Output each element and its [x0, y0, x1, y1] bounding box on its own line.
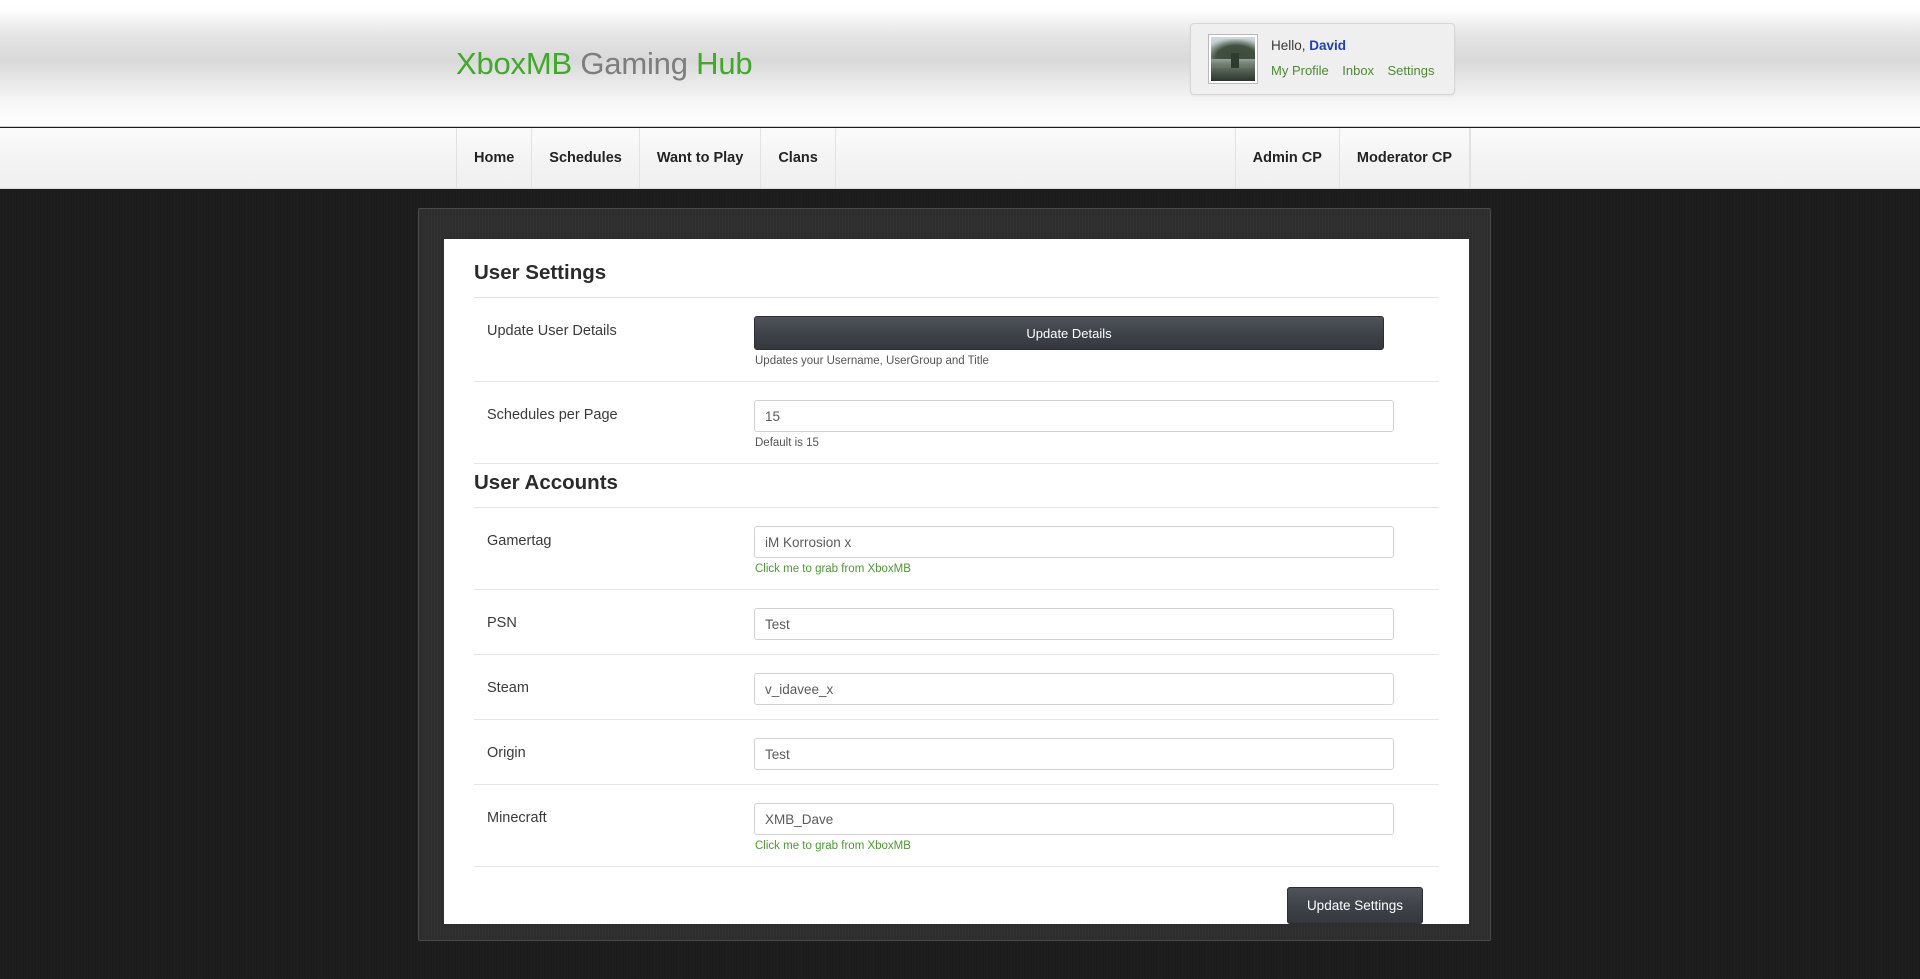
nav-item-home[interactable]: Home: [457, 128, 533, 188]
field-origin: [754, 738, 1439, 770]
row-psn: PSN: [474, 590, 1439, 655]
field-psn: [754, 608, 1439, 640]
logo-part-xboxmb: XboxMB: [456, 46, 572, 81]
greeting-text: Hello,: [1271, 38, 1306, 54]
helper-update-user-details: Updates your Username, UserGroup and Tit…: [755, 355, 989, 367]
update-details-button[interactable]: Update Details: [754, 316, 1384, 350]
site-header: XboxMB Gaming Hub Hello, David My Profil…: [0, 0, 1920, 127]
site-logo[interactable]: XboxMB Gaming Hub: [456, 46, 753, 82]
footer-actions: Update Settings: [474, 867, 1439, 924]
field-update-user-details: Update Details Updates your Username, Us…: [754, 316, 1439, 367]
field-schedules-per-page: Default is 15: [754, 400, 1439, 449]
grab-from-xboxmb-link-gamertag[interactable]: Click me to grab from XboxMB: [754, 563, 1439, 575]
link-settings[interactable]: Settings: [1388, 63, 1435, 78]
user-meta: Hello, David My Profile Inbox Settings: [1271, 36, 1435, 82]
field-minecraft: Click me to grab from XboxMB: [754, 803, 1439, 852]
update-settings-button[interactable]: Update Settings: [1286, 887, 1423, 924]
label-update-user-details: Update User Details: [487, 323, 617, 339]
label-origin: Origin: [487, 745, 526, 761]
psn-input[interactable]: [754, 608, 1394, 640]
settings-card: User Settings Update User Details Update…: [444, 239, 1469, 924]
section-title-user-accounts: User Accounts: [474, 471, 1439, 508]
row-minecraft: Minecraft Click me to grab from XboxMB: [474, 785, 1439, 867]
user-greeting-card: Hello, David My Profile Inbox Settings: [1190, 23, 1455, 95]
nav-item-admin-cp[interactable]: Admin CP: [1234, 128, 1340, 188]
section-title-user-settings: User Settings: [474, 261, 1439, 298]
nav-item-want-to-play[interactable]: Want to Play: [640, 128, 762, 188]
row-gamertag: Gamertag Click me to grab from XboxMB: [474, 508, 1439, 590]
main-navigation: Home Schedules Want to Play Clans Admin …: [0, 128, 1920, 189]
avatar-water-shape: [1211, 68, 1255, 81]
steam-input[interactable]: [754, 673, 1394, 705]
nav-item-moderator-cp[interactable]: Moderator CP: [1340, 128, 1470, 188]
greeting-line: Hello, David: [1271, 36, 1435, 56]
avatar[interactable]: [1208, 34, 1258, 84]
row-steam: Steam: [474, 655, 1439, 720]
origin-input[interactable]: [754, 738, 1394, 770]
row-origin: Origin: [474, 720, 1439, 785]
label-gamertag: Gamertag: [487, 533, 552, 549]
user-links: My Profile Inbox Settings: [1271, 59, 1435, 82]
link-inbox[interactable]: Inbox: [1342, 63, 1374, 78]
content-outer-wrapper: User Settings Update User Details Update…: [418, 208, 1491, 941]
label-minecraft: Minecraft: [487, 810, 547, 826]
field-steam: [754, 673, 1439, 705]
label-schedules-per-page: Schedules per Page: [487, 407, 618, 423]
grab-from-xboxmb-link-minecraft[interactable]: Click me to grab from XboxMB: [754, 840, 1439, 852]
row-schedules-per-page: Schedules per Page Default is 15: [474, 382, 1439, 464]
row-update-user-details: Update User Details Update Details Updat…: [474, 298, 1439, 382]
minecraft-input[interactable]: [754, 803, 1394, 835]
username-text: David: [1309, 38, 1347, 54]
nav-inner: Home Schedules Want to Play Clans Admin …: [456, 128, 1471, 188]
logo-part-gaming: Gaming: [580, 46, 688, 81]
nav-item-schedules[interactable]: Schedules: [532, 128, 640, 188]
label-steam: Steam: [487, 680, 529, 696]
link-my-profile[interactable]: My Profile: [1271, 63, 1329, 78]
logo-part-hub: Hub: [696, 46, 753, 81]
gamertag-input[interactable]: [754, 526, 1394, 558]
label-psn: PSN: [487, 615, 517, 631]
helper-schedules-per-page: Default is 15: [755, 437, 819, 449]
nav-item-clans[interactable]: Clans: [761, 128, 836, 188]
field-gamertag: Click me to grab from XboxMB: [754, 526, 1439, 575]
schedules-per-page-input[interactable]: [754, 400, 1394, 432]
